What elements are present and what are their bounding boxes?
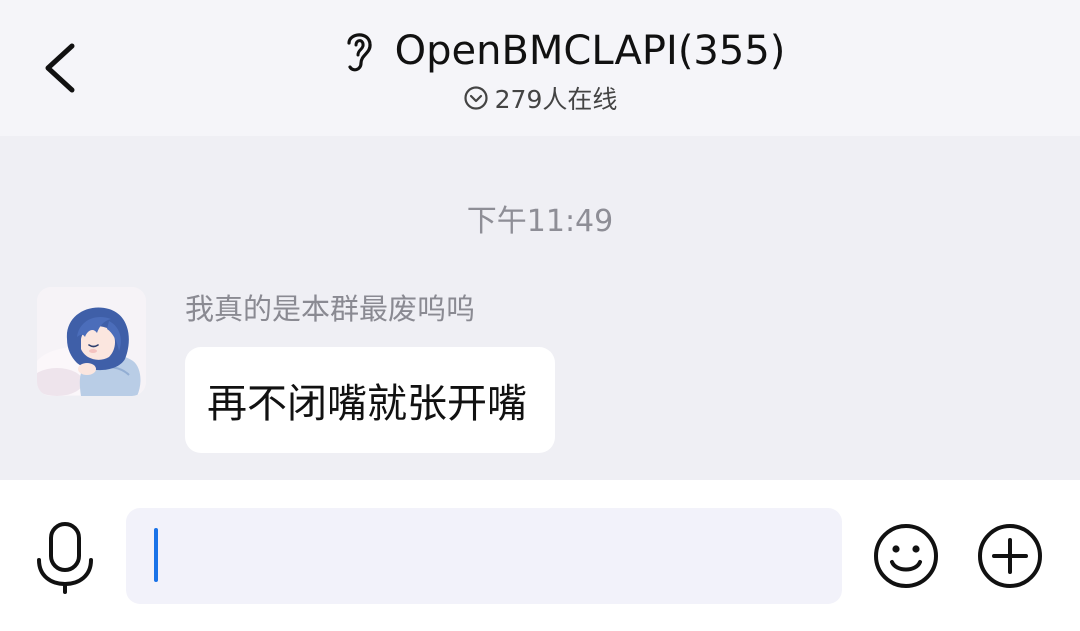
voice-button[interactable] [34,520,96,594]
message-list: 下午11:49 我真的是本群最废呜呜 再不闭嘴就张开嘴 [0,136,1080,480]
message-bubble[interactable]: 再不闭嘴就张开嘴 [185,347,555,453]
input-bar [0,480,1080,631]
more-button[interactable] [976,522,1044,590]
smiley-icon [874,524,938,588]
microphone-icon [37,522,93,594]
message-text: 再不闭嘴就张开嘴 [207,381,527,427]
online-status-row[interactable]: 279人在线 [0,80,1080,116]
online-count: 279人在线 [494,85,618,114]
text-caret [154,528,158,582]
ear-icon[interactable] [339,27,379,75]
sender-name[interactable]: 我真的是本群最废呜呜 [185,286,475,328]
avatar[interactable] [37,287,146,396]
message-timestamp: 下午11:49 [466,204,614,239]
message-input[interactable] [126,508,842,604]
chat-header: OpenBMCLAPI(355) 279人在线 [0,0,1080,136]
emoji-button[interactable] [872,522,940,590]
group-title[interactable]: OpenBMCLAPI(355) [395,28,786,74]
plus-circle-icon [978,524,1042,588]
chevron-down-circle-icon [463,85,489,111]
title-row[interactable]: OpenBMCLAPI(355) [0,22,1080,80]
